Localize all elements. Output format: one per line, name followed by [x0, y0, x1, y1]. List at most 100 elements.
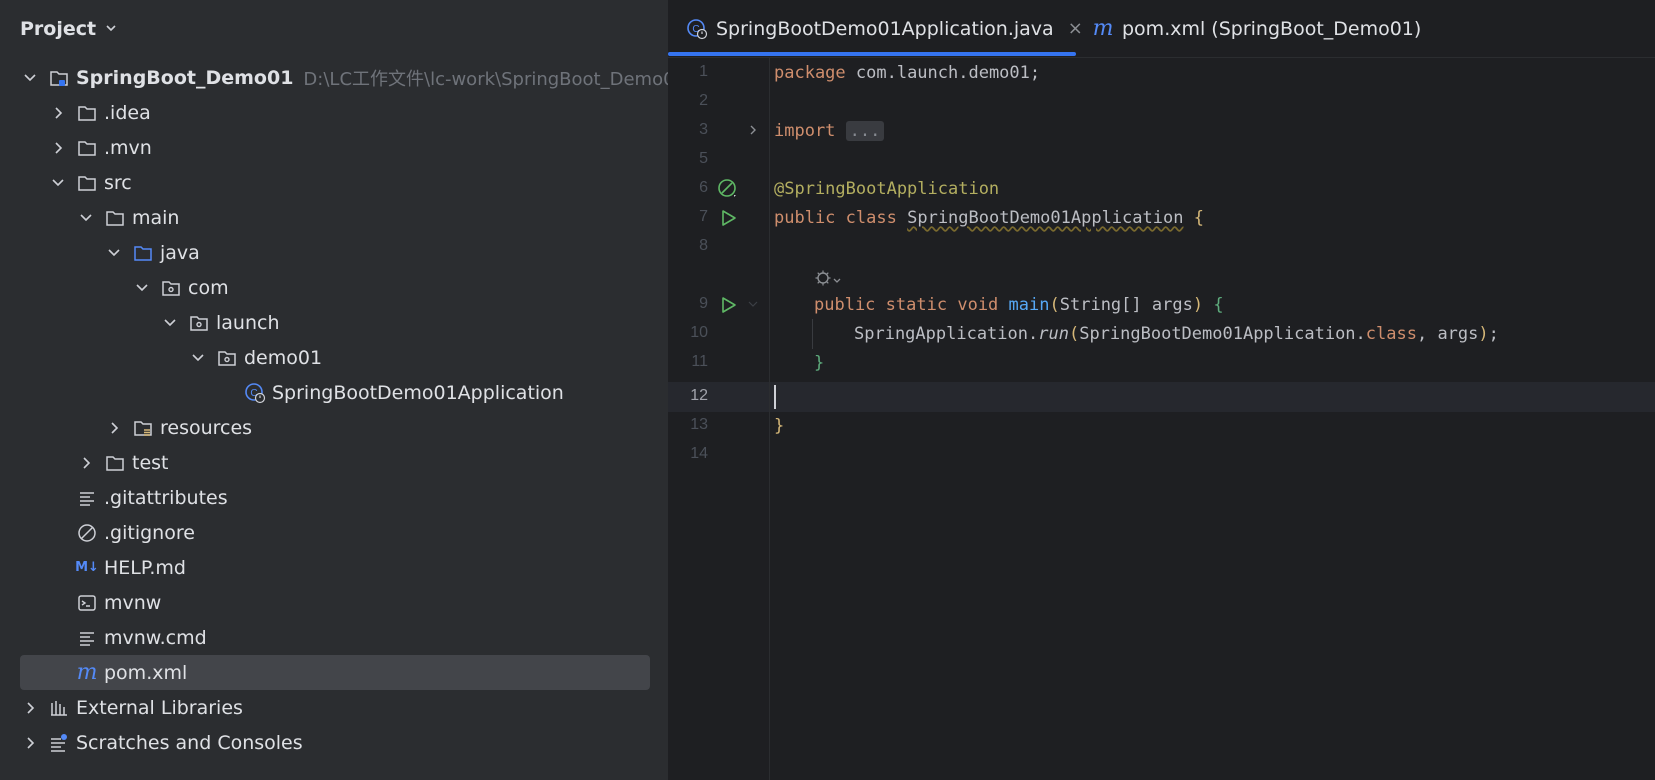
- spring-class-icon: C: [686, 18, 708, 40]
- tree-item-root[interactable]: SpringBoot_Demo01 D:\LC工作文件\lc-work\Spri…: [0, 60, 668, 95]
- spring-bean-gutter-icon[interactable]: [716, 177, 740, 201]
- line-number: 1: [699, 63, 708, 80]
- module-folder-icon: [48, 67, 70, 89]
- tree-item-mvn[interactable]: .mvn: [0, 130, 668, 165]
- chevron-down-icon[interactable]: [190, 350, 206, 366]
- chevron-right-icon[interactable]: [22, 735, 38, 751]
- code-line[interactable]: 3 import ...: [668, 116, 1655, 146]
- code-line[interactable]: 5: [668, 145, 1655, 175]
- tree-item-label: .gitignore: [104, 521, 195, 544]
- tree-item-com[interactable]: com: [0, 270, 668, 305]
- folder-icon: [76, 137, 98, 159]
- chevron-right-icon[interactable]: [106, 420, 122, 436]
- tree-item-resources[interactable]: resources: [0, 410, 668, 445]
- folded-imports: ...: [845, 121, 885, 141]
- resources-folder-icon: [132, 417, 154, 439]
- tab-application-java[interactable]: C SpringBootDemo01Application.java ×: [686, 0, 1083, 57]
- code-text[interactable]: public class SpringBootDemo01Application…: [774, 208, 1204, 228]
- package-icon: [216, 347, 238, 369]
- tree-item-label: test: [132, 451, 169, 474]
- tree-item-demo01[interactable]: demo01: [0, 340, 668, 375]
- tree-item-gitignore[interactable]: .gitignore: [0, 515, 668, 550]
- line-number: 6: [699, 179, 708, 196]
- indent-guide: [812, 319, 813, 349]
- chevron-down-icon[interactable]: [50, 175, 66, 191]
- tree-item-idea[interactable]: .idea: [0, 95, 668, 130]
- code-text[interactable]: SpringApplication.run(SpringBootDemo01Ap…: [854, 324, 1499, 344]
- chevron-right-icon[interactable]: [50, 140, 66, 156]
- code-line[interactable]: 2: [668, 87, 1655, 117]
- tree-item-main[interactable]: main: [0, 200, 668, 235]
- tree-item-label: src: [104, 171, 132, 194]
- line-number: 7: [699, 208, 708, 225]
- chevron-right-icon[interactable]: [78, 455, 94, 471]
- tree-item-label: demo01: [244, 346, 323, 369]
- editor-tab-bar: C SpringBootDemo01Application.java × m p…: [668, 0, 1655, 58]
- line-number: 8: [699, 237, 708, 254]
- ignore-file-icon: [76, 522, 98, 544]
- chevron-down-icon[interactable]: [78, 210, 94, 226]
- tree-item-label: main: [132, 206, 180, 229]
- chevron-down-icon[interactable]: [134, 280, 150, 296]
- code-text[interactable]: package com.launch.demo01;: [774, 63, 1040, 83]
- close-icon[interactable]: ×: [1068, 18, 1083, 39]
- project-view-selector[interactable]: Project: [20, 14, 118, 44]
- code-line[interactable]: 1 package com.launch.demo01;: [668, 58, 1655, 88]
- chevron-right-icon[interactable]: [50, 105, 66, 121]
- tree-item-label: .gitattributes: [104, 486, 228, 509]
- tree-item-src[interactable]: src: [0, 165, 668, 200]
- fold-collapse-icon[interactable]: [746, 297, 760, 311]
- run-icon[interactable]: [716, 293, 740, 317]
- tree-item-label: Scratches and Consoles: [76, 731, 303, 754]
- chevron-down-icon[interactable]: [22, 70, 38, 86]
- tree-item-application-class[interactable]: C SpringBootDemo01Application: [0, 375, 668, 410]
- code-text[interactable]: }: [774, 416, 784, 436]
- markdown-icon: M↓: [75, 560, 99, 575]
- tree-item-label: HELP.md: [104, 556, 186, 579]
- folder-icon: [104, 452, 126, 474]
- fold-expand-icon[interactable]: [746, 123, 760, 137]
- tree-item-launch[interactable]: launch: [0, 305, 668, 340]
- active-tab-indicator: [668, 52, 1076, 56]
- tree-item-help-md[interactable]: M↓ HELP.md: [0, 550, 668, 585]
- code-line[interactable]: 14: [668, 440, 1655, 470]
- code-text[interactable]: public static void main(String[] args) {: [814, 295, 1224, 315]
- run-icon[interactable]: [716, 206, 740, 230]
- code-line-current[interactable]: 12: [668, 382, 1655, 412]
- inlay-hint[interactable]: [814, 269, 842, 291]
- tree-item-gitattributes[interactable]: .gitattributes: [0, 480, 668, 515]
- tab-pom-xml[interactable]: m pom.xml (SpringBoot_Demo01): [1092, 0, 1422, 57]
- tree-item-label: pom.xml: [104, 661, 188, 684]
- tree-item-test[interactable]: test: [0, 445, 668, 480]
- tree-item-scratches[interactable]: Scratches and Consoles: [0, 725, 668, 760]
- source-folder-icon: [132, 242, 154, 264]
- chevron-down-icon[interactable]: [162, 315, 178, 331]
- tree-item-mvnw-cmd[interactable]: mvnw.cmd: [0, 620, 668, 655]
- code-line[interactable]: 6 @SpringBootApplication: [668, 174, 1655, 204]
- code-line[interactable]: 8: [668, 232, 1655, 262]
- tree-item-pom-xml[interactable]: m pom.xml: [0, 655, 668, 690]
- tree-item-mvnw[interactable]: mvnw: [0, 585, 668, 620]
- package-icon: [188, 312, 210, 334]
- spring-class-icon: C: [244, 382, 266, 404]
- tree-item-external-libraries[interactable]: External Libraries: [0, 690, 668, 725]
- text-caret: [774, 385, 776, 409]
- code-line[interactable]: 10 SpringApplication.run(SpringBootDemo0…: [668, 319, 1655, 349]
- tree-item-label: SpringBoot_Demo01: [76, 66, 294, 89]
- line-number: 13: [690, 416, 708, 433]
- code-text[interactable]: @SpringBootApplication: [774, 179, 999, 199]
- code-line[interactable]: 11 }: [668, 348, 1655, 378]
- chevron-right-icon[interactable]: [22, 700, 38, 716]
- code-line[interactable]: 9 public static void main(String[] args)…: [668, 290, 1655, 320]
- tree-item-label: .mvn: [104, 136, 152, 159]
- project-panel: Project SpringBoot_Demo01 D:\LC工作文件\lc-w…: [0, 0, 668, 780]
- tree-item-java[interactable]: java: [0, 235, 668, 270]
- code-line[interactable]: 13 }: [668, 411, 1655, 441]
- code-text[interactable]: }: [814, 353, 824, 373]
- code-text[interactable]: import ...: [774, 121, 885, 141]
- maven-icon: m: [76, 660, 98, 685]
- package-icon: [160, 277, 182, 299]
- chevron-down-icon[interactable]: [106, 245, 122, 261]
- tab-label: pom.xml (SpringBoot_Demo01): [1122, 17, 1422, 40]
- code-line[interactable]: 7 public class SpringBootDemo01Applicati…: [668, 203, 1655, 233]
